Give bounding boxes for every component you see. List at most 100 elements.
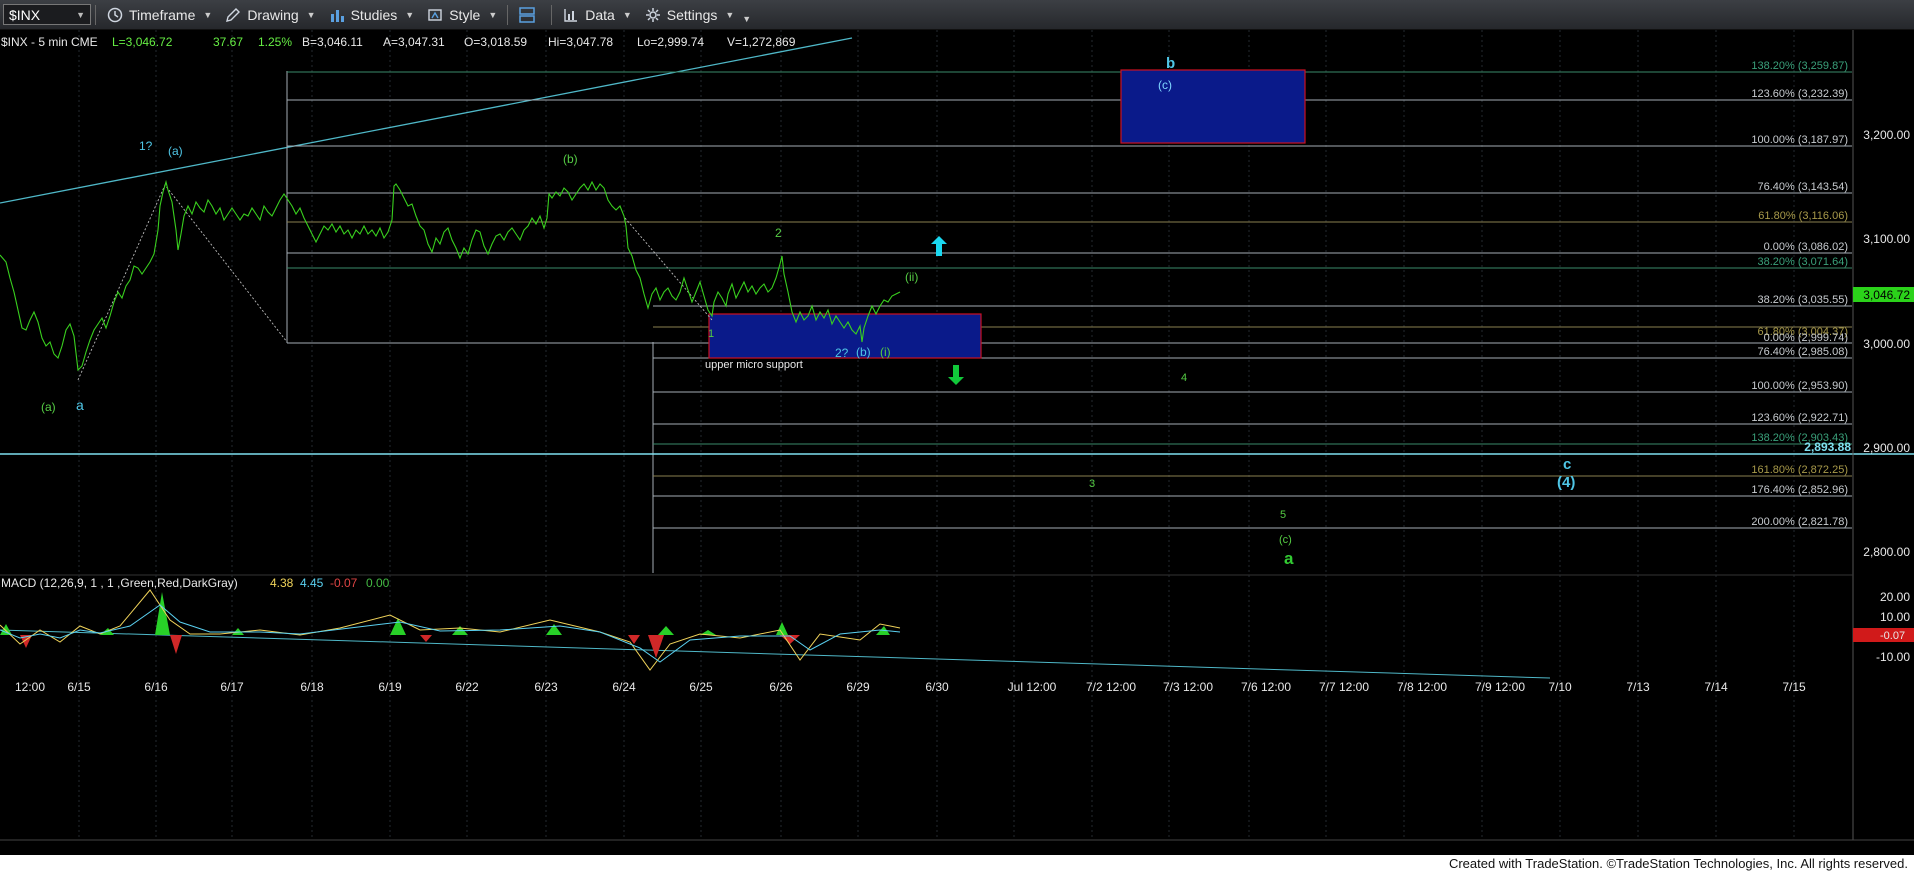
toolbar-divider xyxy=(507,4,509,25)
wave-label-b-paren: (b) xyxy=(563,152,578,166)
toolbar-divider xyxy=(551,4,553,25)
fib-retracement-upper[interactable] xyxy=(286,71,1852,344)
style-button[interactable]: Style ▼ xyxy=(420,0,503,30)
chevron-down-icon: ▼ xyxy=(622,9,632,20)
wave-label-5: 5 xyxy=(1280,509,1286,521)
wave-label-4: 4 xyxy=(1181,372,1187,384)
macd-tick-10: 10.00 xyxy=(1880,610,1910,624)
settings-label: Settings xyxy=(666,6,718,23)
price-chart[interactable]: $INX - 5 min CME L=3,046.72 37.67 1.25% … xyxy=(0,30,1914,855)
clock-icon xyxy=(106,6,124,24)
chevron-down-icon: ▼ xyxy=(203,9,213,20)
time-tick: 6/16 xyxy=(144,680,168,694)
wave-label-a-paren: (a) xyxy=(168,144,183,158)
time-tick: 6/24 xyxy=(612,680,636,694)
macd-badge-text: -0.07 xyxy=(1880,630,1905,642)
macd-histogram-negative xyxy=(20,635,800,658)
last-price-badge-text: 3,046.72 xyxy=(1863,288,1910,302)
fib-label-764-top: 76.40% (3,143.54) xyxy=(1757,181,1848,193)
symbol-interval-label: $INX - 5 min CME xyxy=(1,35,98,49)
time-tick: 7/7 12:00 xyxy=(1319,680,1369,694)
time-tick: 6/23 xyxy=(534,680,558,694)
gear-icon xyxy=(644,6,662,24)
ask-label: A=3,047.31 xyxy=(383,35,445,49)
symbol-selector[interactable]: $INX ▼ xyxy=(3,4,91,25)
wave-label-c-in-box: (c) xyxy=(1158,78,1172,92)
data-button[interactable]: Data ▼ xyxy=(556,0,638,30)
wave-label-a-paren-low: (a) xyxy=(41,400,56,414)
wave-label-1q: 1? xyxy=(139,139,153,153)
time-tick: 12:00 xyxy=(15,680,45,694)
wave-label-b-top: b xyxy=(1166,55,1175,72)
style-icon xyxy=(426,6,444,24)
macd-tick-20: 20.00 xyxy=(1880,590,1910,604)
time-axis[interactable]: 12:00 6/15 6/16 6/17 6/18 6/19 6/22 6/23… xyxy=(0,680,1914,841)
layout-button[interactable] xyxy=(512,0,547,30)
wave-label-ii: (ii) xyxy=(905,270,918,284)
time-tick: 6/15 xyxy=(67,680,91,694)
wave-label-b-paren-2: (b) xyxy=(856,345,871,359)
fib-label-382-top: 38.20% (3,071.64) xyxy=(1757,256,1848,268)
fib-label-100-low: 100.00% (2,953.90) xyxy=(1751,380,1848,392)
macd-value-1: 4.38 xyxy=(270,576,294,590)
target-box-b[interactable] xyxy=(1120,69,1306,144)
wave-connectors xyxy=(77,184,713,381)
chevron-down-icon: ▼ xyxy=(405,9,415,20)
price-tick-3100: 3,100.00 xyxy=(1863,232,1910,246)
timeframe-button[interactable]: Timeframe ▼ xyxy=(100,0,218,30)
wave-label-3: 3 xyxy=(1089,478,1095,490)
fib-label-100-top: 100.00% (3,187.97) xyxy=(1751,134,1848,146)
layout-icon xyxy=(518,6,536,24)
wave-label-a-low: a xyxy=(76,397,84,413)
fib-label-382-low: 38.20% (3,035.55) xyxy=(1757,294,1848,306)
upper-trendline[interactable] xyxy=(0,37,853,204)
style-label: Style xyxy=(449,6,481,23)
time-tick: 6/30 xyxy=(925,680,949,694)
fib-label-618-top: 61.80% (3,116.06) xyxy=(1758,210,1848,222)
wave-label-c-paren: (c) xyxy=(1279,534,1292,546)
wave-label-1: 1 xyxy=(708,328,714,340)
wave-label-4-big: (4) xyxy=(1557,474,1575,491)
settings-button[interactable]: Settings ▼ xyxy=(638,0,741,30)
time-tick: 6/26 xyxy=(769,680,793,694)
macd-panel[interactable]: MACD (12,26,9, 1 , 1 ,Green,Red,DarkGray… xyxy=(0,574,1914,679)
fib-label-1236-low: 123.60% (2,922.71) xyxy=(1751,412,1848,424)
time-tick: 7/3 12:00 xyxy=(1163,680,1213,694)
wave-label-c-big: c xyxy=(1563,456,1571,473)
fib-label-0-top: 0.00% (3,086.02) xyxy=(1764,241,1848,253)
studies-bars-icon xyxy=(328,6,346,24)
price-tick-3200: 3,200.00 xyxy=(1863,128,1910,142)
bid-label: B=3,046.11 xyxy=(302,35,363,49)
drawing-button[interactable]: Drawing ▼ xyxy=(218,0,321,30)
price-tick-2800: 2,800.00 xyxy=(1863,545,1910,559)
macd-value-2: 4.45 xyxy=(300,576,324,590)
time-tick: 6/19 xyxy=(378,680,402,694)
support-annotation: upper micro support xyxy=(705,359,803,371)
time-tick: Jul 12:00 xyxy=(1008,680,1057,694)
open-label: O=3,018.59 xyxy=(464,35,527,49)
low-label: Lo=2,999.74 xyxy=(637,35,704,49)
fib-label-764-low: 76.40% (2,985.08) xyxy=(1757,346,1848,358)
fib-label-1618-low: 161.80% (2,872.25) xyxy=(1751,464,1848,476)
macd-value-3: -0.07 xyxy=(330,576,358,590)
data-label: Data xyxy=(585,6,615,23)
chevron-down-icon: ▼ xyxy=(725,9,735,20)
footer-copyright: Created with TradeStation. ©TradeStation… xyxy=(0,855,1914,873)
wave-label-a-big: a xyxy=(1284,549,1294,568)
fib-label-1236-top: 123.60% (3,232.39) xyxy=(1751,88,1848,100)
more-button[interactable]: ▼ xyxy=(740,0,753,30)
time-tick: 6/17 xyxy=(220,680,244,694)
chevron-down-icon: ▼ xyxy=(742,13,752,24)
chevron-down-icon: ▼ xyxy=(76,9,85,20)
wave-label-2q: 2? xyxy=(835,346,849,360)
studies-button[interactable]: Studies ▼ xyxy=(322,0,421,30)
fib-label-200-low: 200.00% (2,821.78) xyxy=(1751,516,1848,528)
time-tick: 7/15 xyxy=(1782,680,1806,694)
studies-label: Studies xyxy=(350,6,398,23)
time-tick: 6/29 xyxy=(846,680,870,694)
pct-change-label: 1.25% xyxy=(258,35,292,49)
fib-level-labels: 138.20% (3,259.87) 123.60% (3,232.39) 10… xyxy=(1751,60,1848,528)
price-tick-3000: 3,000.00 xyxy=(1863,337,1910,351)
wave-label-i: (i) xyxy=(880,345,891,359)
toolbar-divider xyxy=(95,4,96,25)
